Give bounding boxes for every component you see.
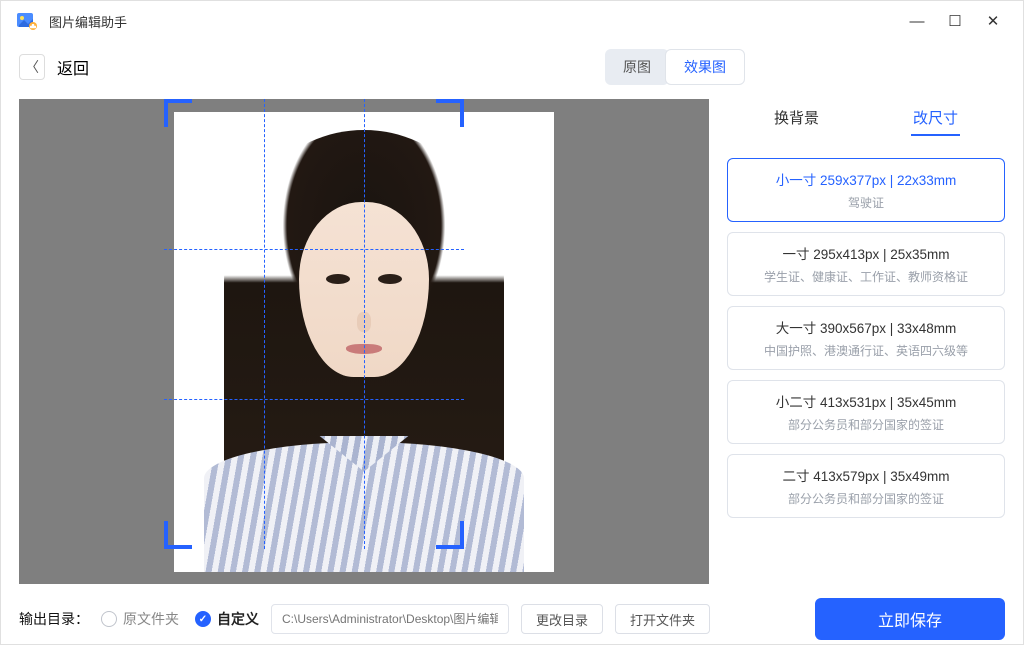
app-title: 图片编辑助手	[49, 12, 127, 31]
size-title: 二寸 413x579px | 35x49mm	[736, 465, 996, 485]
size-title: 小二寸 413x531px | 35x45mm	[736, 391, 996, 411]
size-title: 小一寸 259x377px | 22x33mm	[736, 169, 996, 189]
radio-icon	[195, 611, 211, 627]
radio-icon	[101, 611, 117, 627]
crop-grid-line	[264, 99, 265, 549]
back-label: 返回	[57, 55, 89, 79]
crop-grid-line	[364, 99, 365, 549]
radio-label: 原文件夹	[123, 609, 179, 629]
close-button[interactable]: ✕	[977, 5, 1009, 37]
output-path-input[interactable]	[271, 604, 509, 634]
app-icon	[15, 9, 39, 33]
titlebar: 图片编辑助手 — ☐ ✕	[1, 1, 1023, 41]
size-option[interactable]: 小一寸 259x377px | 22x33mm 驾驶证	[727, 158, 1005, 222]
crop-handle-tl[interactable]	[164, 99, 192, 127]
back-button[interactable]: 〈	[19, 54, 45, 80]
tab-change-size[interactable]: 改尺寸	[903, 103, 968, 136]
save-button[interactable]: 立即保存	[815, 598, 1005, 640]
main-content: 换背景 改尺寸 小一寸 259x377px | 22x33mm 驾驶证 一寸 2…	[1, 99, 1023, 584]
size-desc: 中国护照、港澳通行证、英语四六级等	[736, 342, 996, 359]
window-controls: — ☐ ✕	[901, 5, 1009, 37]
radio-custom-folder[interactable]: 自定义	[195, 609, 259, 629]
sidebar-tabs: 换背景 改尺寸	[727, 103, 1005, 136]
size-option[interactable]: 二寸 413x579px | 35x49mm 部分公务员和部分国家的签证	[727, 454, 1005, 518]
view-toggle: 原图 效果图	[605, 49, 745, 85]
maximize-button[interactable]: ☐	[939, 5, 971, 37]
sidebar: 换背景 改尺寸 小一寸 259x377px | 22x33mm 驾驶证 一寸 2…	[727, 99, 1005, 584]
tab-change-background[interactable]: 换背景	[764, 103, 829, 136]
size-desc: 部分公务员和部分国家的签证	[736, 490, 996, 507]
radio-original-folder[interactable]: 原文件夹	[101, 609, 179, 629]
crop-handle-tr[interactable]	[436, 99, 464, 127]
change-dir-button[interactable]: 更改目录	[521, 604, 603, 634]
crop-handle-bl[interactable]	[164, 521, 192, 549]
bottom-bar: 输出目录： 原文件夹 自定义 更改目录 打开文件夹 立即保存	[1, 584, 1023, 656]
crop-frame[interactable]	[164, 99, 464, 549]
top-bar: 〈 返回 原图 效果图	[1, 41, 1023, 99]
size-title: 大一寸 390x567px | 33x48mm	[736, 317, 996, 337]
size-title: 一寸 295x413px | 25x35mm	[736, 243, 996, 263]
minimize-button[interactable]: —	[901, 5, 933, 37]
view-original-button[interactable]: 原图	[605, 49, 669, 85]
crop-handle-br[interactable]	[436, 521, 464, 549]
radio-label: 自定义	[217, 609, 259, 629]
size-desc: 驾驶证	[736, 194, 996, 211]
size-option[interactable]: 小二寸 413x531px | 35x45mm 部分公务员和部分国家的签证	[727, 380, 1005, 444]
size-option[interactable]: 一寸 295x413px | 25x35mm 学生证、健康证、工作证、教师资格证	[727, 232, 1005, 296]
open-folder-button[interactable]: 打开文件夹	[615, 604, 710, 634]
output-radio-group: 原文件夹 自定义	[101, 609, 259, 629]
crop-grid-line	[164, 249, 464, 250]
size-desc: 学生证、健康证、工作证、教师资格证	[736, 268, 996, 285]
preview-canvas[interactable]	[19, 99, 709, 584]
chevron-left-icon: 〈	[25, 57, 39, 77]
size-option[interactable]: 大一寸 390x567px | 33x48mm 中国护照、港澳通行证、英语四六级…	[727, 306, 1005, 370]
size-desc: 部分公务员和部分国家的签证	[736, 416, 996, 433]
view-result-button[interactable]: 效果图	[665, 49, 745, 85]
output-dir-label: 输出目录：	[19, 609, 89, 629]
crop-grid-line	[164, 399, 464, 400]
